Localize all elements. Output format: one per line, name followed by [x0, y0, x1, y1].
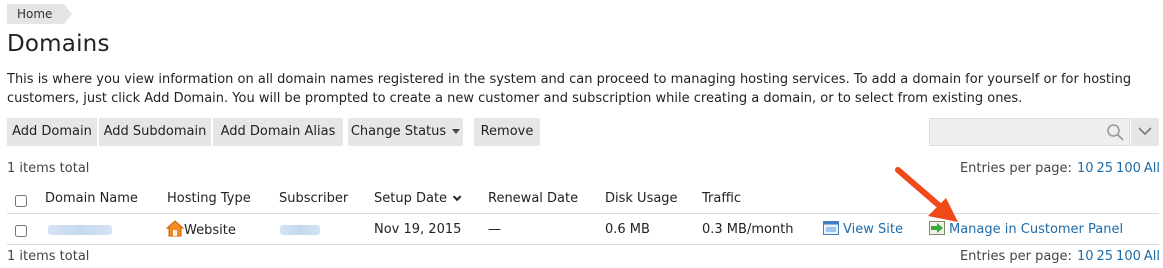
entries-10-link[interactable]: 10 [1077, 161, 1094, 176]
table-row: Website Nov 19, 2015 — 0.6 MB 0.3 MB/mon… [7, 215, 1159, 245]
items-total-bottom: 1 items total [7, 249, 90, 264]
column-setup-date[interactable]: Setup Date [374, 191, 462, 206]
column-subscriber[interactable]: Subscriber [279, 191, 348, 206]
page-description: This is where you view information on al… [7, 72, 1132, 106]
red-annotation-arrow [895, 167, 958, 222]
search-icon[interactable] [1106, 123, 1124, 141]
column-hosting-type[interactable]: Hosting Type [167, 191, 251, 206]
entries-100-link-bottom[interactable]: 100 [1116, 249, 1141, 264]
manage-in-customer-panel-label: Manage in Customer Panel [949, 222, 1124, 237]
advanced-search-toggle[interactable] [1131, 118, 1159, 146]
entries-per-page-label-bottom: Entries per page: [959, 249, 1072, 264]
entries-all-link-bottom[interactable]: All [1144, 249, 1160, 264]
table-header: Domain Name Hosting Type Subscriber Setu… [7, 185, 1159, 214]
redacted-subscriber [280, 224, 320, 235]
entries-25-link-bottom[interactable]: 25 [1097, 249, 1114, 264]
subscriber-link[interactable] [280, 222, 320, 237]
renewal-date-cell: — [488, 222, 501, 237]
items-total: 1 items total [7, 161, 90, 176]
traffic-cell: 0.3 MB/month [702, 222, 794, 237]
column-domain-name[interactable]: Domain Name [45, 191, 138, 206]
column-renewal-date[interactable]: Renewal Date [488, 191, 578, 206]
add-domain-alias-button[interactable]: Add Domain Alias [213, 118, 343, 146]
disk-usage-cell: 0.6 MB [605, 222, 650, 237]
domain-name-link[interactable] [48, 222, 112, 237]
change-status-button[interactable]: Change Status [348, 118, 463, 146]
change-status-label: Change Status [350, 124, 447, 139]
entries-all-link[interactable]: All [1144, 161, 1160, 176]
entries-100-link[interactable]: 100 [1116, 161, 1141, 176]
page-title: Domains [7, 31, 110, 57]
browser-window-icon [823, 221, 839, 235]
column-disk-usage[interactable]: Disk Usage [605, 191, 678, 206]
entries-25-link[interactable]: 25 [1097, 161, 1114, 176]
entries-per-page: Entries per page: 10 25 100 All [960, 161, 1160, 176]
search-box [929, 118, 1130, 146]
column-setup-date-label: Setup Date [374, 191, 448, 206]
house-icon [165, 220, 185, 237]
entries-10-link-bottom[interactable]: 10 [1077, 249, 1094, 264]
chevron-down-icon [1138, 127, 1152, 136]
hosting-type-label: Website [184, 223, 236, 238]
redacted-domain-name [48, 224, 112, 235]
row-checkbox[interactable] [15, 225, 27, 237]
column-traffic[interactable]: Traffic [702, 191, 741, 206]
setup-date-cell: Nov 19, 2015 [374, 222, 462, 237]
entries-per-page-bottom: Entries per page: 10 25 100 All [960, 249, 1160, 264]
chevron-down-icon [452, 129, 461, 134]
hosting-type-cell: Website [165, 220, 236, 238]
entries-per-page-label: Entries per page: [959, 161, 1072, 176]
add-domain-button[interactable]: Add Domain [7, 118, 97, 146]
select-all-checkbox[interactable] [15, 195, 27, 207]
search-input[interactable] [930, 119, 1100, 145]
sort-descending-icon [452, 192, 462, 201]
remove-button[interactable]: Remove [474, 118, 540, 146]
add-subdomain-button[interactable]: Add Subdomain [99, 118, 211, 146]
breadcrumb-home[interactable]: Home [7, 4, 73, 24]
